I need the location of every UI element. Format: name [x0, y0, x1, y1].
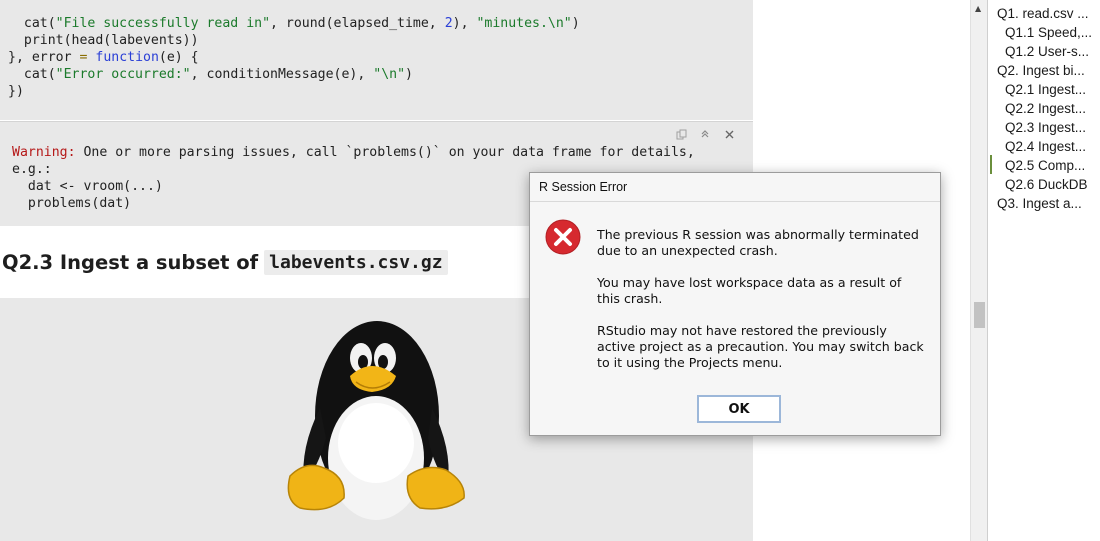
ok-button[interactable]: OK [697, 395, 781, 423]
outline-item[interactable]: Q2.4 Ingest... [1005, 139, 1086, 154]
outline-item[interactable]: Q1.1 Speed,... [1005, 25, 1092, 40]
scrollbar-thumb[interactable] [974, 302, 985, 328]
warning-line: dat <- vroom(...) [12, 179, 163, 194]
code-line: }) [8, 84, 24, 99]
code-line: cat("File successfully read in", round(e… [8, 16, 580, 31]
outline-item[interactable]: Q3. Ingest a... [997, 196, 1082, 211]
outline-item[interactable]: Q2.5 Comp... [1005, 158, 1085, 173]
section-title: Q2.3 Ingest a subset of [2, 251, 259, 274]
dialog-title: R Session Error [530, 173, 940, 202]
code-token: "File successfully read in" [55, 16, 271, 31]
outline-active-indicator [990, 155, 992, 174]
outline-item[interactable]: Q2.3 Ingest... [1005, 120, 1086, 135]
warning-label: Warning: [12, 145, 76, 160]
code-line: print(head(labevents)) [8, 33, 199, 48]
dialog-paragraph: The previous R session was abnormally te… [597, 227, 919, 258]
section-heading: Q2.3 Ingest a subset of labevents.csv.gz [2, 250, 448, 275]
document-outline: Q1. read.csv ... Q1.1 Speed,... Q1.2 Use… [987, 0, 1100, 541]
dialog-paragraph: RStudio may not have restored the previo… [597, 323, 924, 370]
warning-message: One or more parsing issues, call `proble… [75, 145, 695, 160]
code-block[interactable]: cat("File successfully read in", round(e… [8, 15, 580, 100]
code-token: function [95, 50, 159, 65]
code-line: cat("Error occurred:", conditionMessage(… [8, 67, 413, 82]
code-token: "Error occurred:" [55, 67, 191, 82]
code-line: }, error = function(e) { [8, 50, 199, 65]
outline-item[interactable]: Q2. Ingest bi... [997, 63, 1085, 78]
outline-item[interactable]: Q1. read.csv ... [997, 6, 1089, 21]
outline-item[interactable]: Q1.2 User-s... [1005, 44, 1089, 59]
collapse-output-icon[interactable] [699, 128, 711, 140]
error-icon [545, 219, 581, 255]
close-output-icon[interactable] [723, 128, 735, 140]
section-code: labevents.csv.gz [264, 250, 448, 275]
outline-item[interactable]: Q2.1 Ingest... [1005, 82, 1086, 97]
warning-line: problems(dat) [12, 196, 132, 211]
dialog-paragraph: You may have lost workspace data as a re… [597, 275, 902, 306]
code-token: "\n" [373, 67, 406, 82]
warning-line: e.g.: [12, 162, 52, 177]
code-token: 2 [444, 16, 453, 31]
r-session-error-dialog: R Session Error The previous R session w… [529, 172, 941, 436]
chunk-output-toolbar [675, 128, 735, 140]
code-chunk[interactable]: cat("File successfully read in", round(e… [0, 0, 753, 120]
outline-item[interactable]: Q2.2 Ingest... [1005, 101, 1086, 116]
vertical-scrollbar[interactable]: ▲ [970, 0, 988, 541]
scroll-up-icon[interactable]: ▲ [975, 4, 981, 13]
code-token: "minutes.\n" [476, 16, 572, 31]
copy-output-icon[interactable] [675, 128, 687, 140]
outline-item[interactable]: Q2.6 DuckDB [1005, 177, 1088, 192]
dialog-message: The previous R session was abnormally te… [597, 227, 927, 387]
